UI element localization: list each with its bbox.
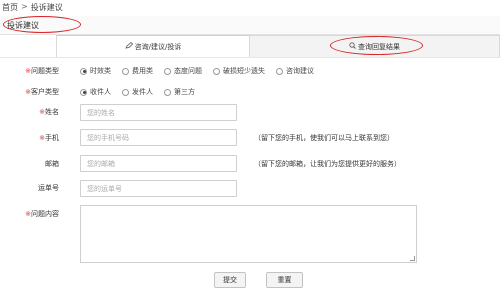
radio-dot [164, 67, 171, 75]
radio-dot [80, 88, 87, 96]
section-title: 投诉建议 [7, 21, 39, 30]
radio-dot [164, 88, 171, 96]
customer-type-radio-group: 收件人 发件人 第三方 [80, 87, 201, 97]
phone-hint: （留下您的手机，使我们可以马上联系到您） [254, 134, 394, 142]
name-input[interactable]: 您的姓名 [80, 104, 237, 121]
radio-timeliness[interactable]: 时效类 [80, 66, 111, 76]
submit-button[interactable]: 提交 [214, 272, 246, 288]
content-label: ※问题内容 [25, 210, 59, 218]
phone-label: ※手机 [39, 134, 59, 142]
customer-type-label: ※客户类型 [25, 88, 59, 96]
radio-dot [213, 67, 220, 75]
radio-dot [122, 88, 129, 96]
radio-consult-suggest[interactable]: 咨询建议 [276, 66, 314, 76]
problem-type-radio-group: 时效类 费用类 态度问题 破损短少遗失 咨询建议 [80, 66, 320, 76]
content-textarea[interactable] [80, 205, 417, 263]
complaint-form: ※问题类型 时效类 费用类 态度问题 破损短少遗失 咨询建议 ※客户类型 收件人… [0, 57, 500, 300]
email-label: 邮箱 [45, 160, 59, 168]
radio-fee[interactable]: 费用类 [122, 66, 153, 76]
breadcrumb-current: 投诉建议 [30, 3, 63, 12]
tab-consult-suggest-complain[interactable]: 咨询/建议/投诉 [56, 35, 250, 57]
phone-input[interactable]: 您的手机号码 [80, 129, 237, 146]
search-icon [349, 42, 356, 51]
radio-attitude[interactable]: 态度问题 [164, 66, 202, 76]
problem-type-label: ※问题类型 [25, 67, 59, 75]
radio-recipient[interactable]: 收件人 [80, 87, 111, 97]
section-header [0, 16, 500, 35]
tab-label: 咨询/建议/投诉 [134, 42, 182, 51]
radio-damage-loss[interactable]: 破损短少遗失 [213, 66, 265, 76]
radio-dot [80, 67, 87, 75]
tab-label: 查询回复结果 [358, 42, 400, 51]
radio-sender[interactable]: 发件人 [122, 87, 153, 97]
resize-handle-icon[interactable] [410, 256, 415, 261]
reset-button[interactable]: 重置 [266, 272, 303, 288]
radio-dot [122, 67, 129, 75]
tracking-label: 运单号 [38, 184, 59, 192]
breadcrumb: 首页 > 投诉建议 [2, 2, 63, 13]
breadcrumb-home-link[interactable]: 首页 [2, 2, 18, 13]
radio-third-party[interactable]: 第三方 [164, 87, 195, 97]
tab-query-reply[interactable]: 查询回复结果 [250, 35, 500, 57]
tracking-input[interactable]: 您的运单号 [80, 180, 237, 197]
name-label: ※姓名 [39, 108, 59, 116]
email-input[interactable]: 您的邮箱 [80, 155, 237, 172]
breadcrumb-separator: > [21, 2, 28, 11]
radio-dot [276, 67, 283, 75]
tab-bar: 咨询/建议/投诉 查询回复结果 [56, 35, 500, 57]
pencil-icon [124, 41, 133, 51]
email-hint: （留下您的邮箱，让我们为您提供更好的服务） [254, 160, 401, 168]
